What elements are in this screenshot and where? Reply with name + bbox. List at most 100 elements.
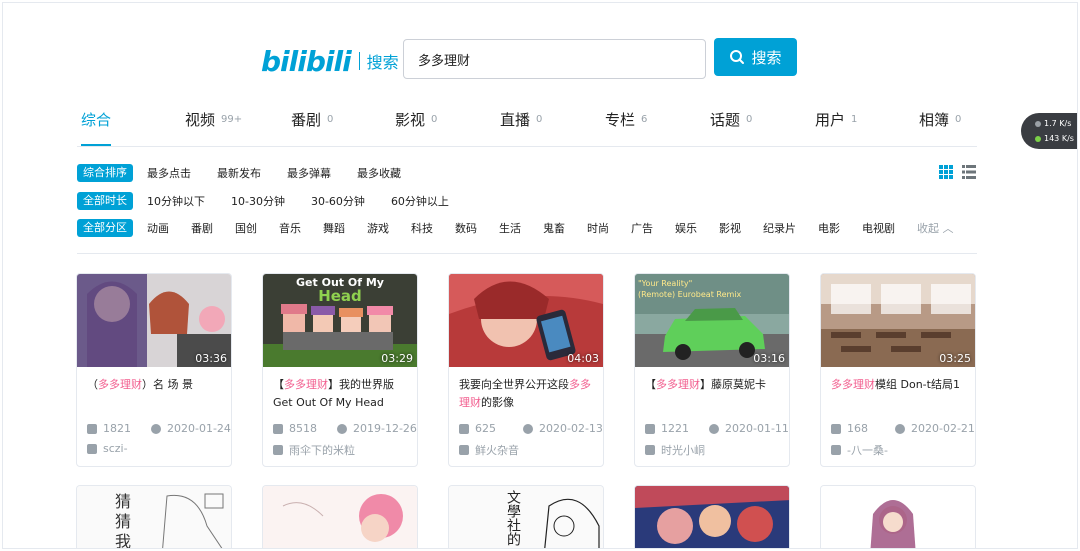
zone-option[interactable]: 生活 xyxy=(499,220,521,236)
tab-bangumi[interactable]: 番剧 0 xyxy=(291,109,333,146)
zone-option[interactable]: 番剧 xyxy=(191,220,213,236)
play-count-value: 625 xyxy=(475,422,496,435)
video-card[interactable]: 04:03 我要向全世界公开这段多多理财的影像 625 2020-02-13 鲜… xyxy=(448,273,604,467)
user-icon xyxy=(831,445,841,455)
title-keyword: 多多理财 xyxy=(656,378,700,391)
video-card[interactable]: Get Out Of My Head 03:29 【多多理财】我的世界版Get … xyxy=(262,273,418,467)
tab-topic[interactable]: 话题 0 xyxy=(710,109,752,146)
zone-option[interactable]: 影视 xyxy=(719,220,741,236)
video-duration: 03:36 xyxy=(195,352,227,365)
zone-option[interactable]: 数码 xyxy=(455,220,477,236)
play-icon xyxy=(645,423,655,434)
tab-label: 专栏 xyxy=(605,111,636,129)
grid-view-icon[interactable] xyxy=(939,165,953,179)
video-title[interactable]: 我要向全世界公开这段多多理财的影像 xyxy=(459,376,599,412)
video-card-partial[interactable]: 猜猜我是 xyxy=(76,485,232,549)
title-keyword: 多多理财 xyxy=(831,378,875,391)
thumb-caption: 猜猜我是 xyxy=(115,492,132,549)
zone-option[interactable]: 舞蹈 xyxy=(323,220,345,236)
tab-film[interactable]: 影视 0 xyxy=(395,109,437,146)
video-author[interactable]: 雨伞下的米粒 xyxy=(273,442,355,458)
video-thumbnail[interactable]: 04:03 xyxy=(449,274,603,367)
video-card[interactable]: "Your Reality" (Remote) Eurobeat Remix 0… xyxy=(634,273,790,467)
zone-option[interactable]: 纪录片 xyxy=(763,220,796,236)
zone-option[interactable]: 时尚 xyxy=(587,220,609,236)
thumbnail-image xyxy=(635,486,789,548)
download-speed: 143 xyxy=(1044,134,1060,143)
video-card[interactable]: 03:25 多多理财模组 Don-t结局1 168 2020-02-21 -八一… xyxy=(820,273,976,467)
tab-album[interactable]: 相簿 0 xyxy=(919,109,961,146)
chevron-up-icon: ︿ xyxy=(942,222,954,235)
video-card-partial[interactable]: 文學社的 xyxy=(448,485,604,548)
video-thumbnail[interactable]: 03:25 xyxy=(821,274,975,367)
order-option[interactable]: 最新发布 xyxy=(217,165,261,181)
duration-option[interactable]: 10-30分钟 xyxy=(231,193,285,209)
zone-option[interactable]: 国创 xyxy=(235,220,257,236)
clock-icon xyxy=(895,423,905,434)
tab-user[interactable]: 用户 1 xyxy=(815,109,857,146)
zone-option[interactable]: 鬼畜 xyxy=(543,220,565,236)
thumb-caption-line: "Your Reality" xyxy=(638,279,693,288)
video-card-partial[interactable] xyxy=(820,485,976,548)
search-input[interactable] xyxy=(403,39,706,79)
zone-option[interactable]: 电视剧 xyxy=(862,220,895,236)
tab-live[interactable]: 直播 0 xyxy=(500,109,542,146)
duration-option[interactable]: 60分钟以上 xyxy=(391,193,449,209)
tab-count: 0 xyxy=(536,114,543,125)
video-play-count: 168 xyxy=(831,422,868,435)
video-title[interactable]: 【多多理财】我的世界版Get Out Of My Head xyxy=(273,376,413,412)
logo-subtitle: 搜索 xyxy=(366,53,399,72)
order-option[interactable]: 最多点击 xyxy=(147,165,191,181)
video-title[interactable]: （多多理财）名 场 景 xyxy=(87,376,227,412)
video-title[interactable]: 【多多理财】藤原莫妮卡 xyxy=(645,376,785,412)
title-text: ）名 场 景 xyxy=(142,378,193,391)
duration-filter: 全部时长 10分钟以下 10-30分钟 30-60分钟 60分钟以上 xyxy=(77,191,475,211)
user-icon xyxy=(87,443,97,454)
zone-option[interactable]: 科技 xyxy=(411,220,433,236)
tab-label: 话题 xyxy=(710,111,741,129)
tab-video[interactable]: 视频 99+ xyxy=(185,109,242,146)
tab-all[interactable]: 综合 xyxy=(81,109,112,146)
tab-label: 综合 xyxy=(81,111,112,129)
video-thumbnail[interactable]: 03:36 xyxy=(77,274,231,367)
duration-active[interactable]: 全部时长 xyxy=(77,192,133,210)
search-button[interactable]: 搜索 xyxy=(714,38,797,76)
collapse-toggle[interactable]: 收起 ︿ xyxy=(917,220,954,236)
tab-count: 0 xyxy=(327,114,334,125)
video-card[interactable]: 03:36 （多多理财）名 场 景 1821 2020-01-24 sczi- xyxy=(76,273,232,467)
order-active[interactable]: 综合排序 xyxy=(77,164,133,182)
search-button-label: 搜索 xyxy=(751,48,782,67)
zone-option[interactable]: 电影 xyxy=(818,220,840,236)
zone-option[interactable]: 游戏 xyxy=(367,220,389,236)
video-author[interactable]: sczi- xyxy=(87,442,128,455)
duration-option[interactable]: 30-60分钟 xyxy=(311,193,365,209)
zone-option[interactable]: 音乐 xyxy=(279,220,301,236)
video-title[interactable]: 多多理财模组 Don-t结局1 xyxy=(831,376,971,412)
video-card-partial[interactable] xyxy=(262,485,418,548)
title-keyword: 多多理财 xyxy=(98,378,142,391)
video-thumbnail[interactable]: Get Out Of My Head 03:29 xyxy=(263,274,417,367)
zone-option[interactable]: 广告 xyxy=(631,220,653,236)
video-author[interactable]: -八一桑- xyxy=(831,442,888,458)
zone-active[interactable]: 全部分区 xyxy=(77,219,133,237)
bilibili-logo[interactable]: bilibili 搜索 xyxy=(261,45,399,78)
tab-label: 影视 xyxy=(395,111,426,129)
page-frame: bilibili 搜索 搜索 综合 视频 99+ 番剧 0 影视 0 直播 0 专栏 6 … xyxy=(2,2,1078,549)
order-option[interactable]: 最多收藏 xyxy=(357,165,401,181)
order-option[interactable]: 最多弹幕 xyxy=(287,165,331,181)
author-name: 雨伞下的米粒 xyxy=(289,444,355,457)
list-view-icon[interactable] xyxy=(962,165,976,179)
video-author[interactable]: 时光小峒 xyxy=(645,442,705,458)
zone-option[interactable]: 娱乐 xyxy=(675,220,697,236)
zone-option[interactable]: 动画 xyxy=(147,220,169,236)
video-play-count: 625 xyxy=(459,422,496,435)
tab-article[interactable]: 专栏 6 xyxy=(605,109,647,146)
tab-count: 6 xyxy=(641,114,648,125)
video-author[interactable]: 鲜火杂音 xyxy=(459,442,519,458)
video-thumbnail[interactable]: "Your Reality" (Remote) Eurobeat Remix 0… xyxy=(635,274,789,367)
title-text: 【 xyxy=(645,378,656,391)
user-icon xyxy=(459,445,469,455)
duration-option[interactable]: 10分钟以下 xyxy=(147,193,205,209)
video-card-partial[interactable] xyxy=(634,485,790,548)
title-keyword: 多多理财 xyxy=(284,378,328,391)
